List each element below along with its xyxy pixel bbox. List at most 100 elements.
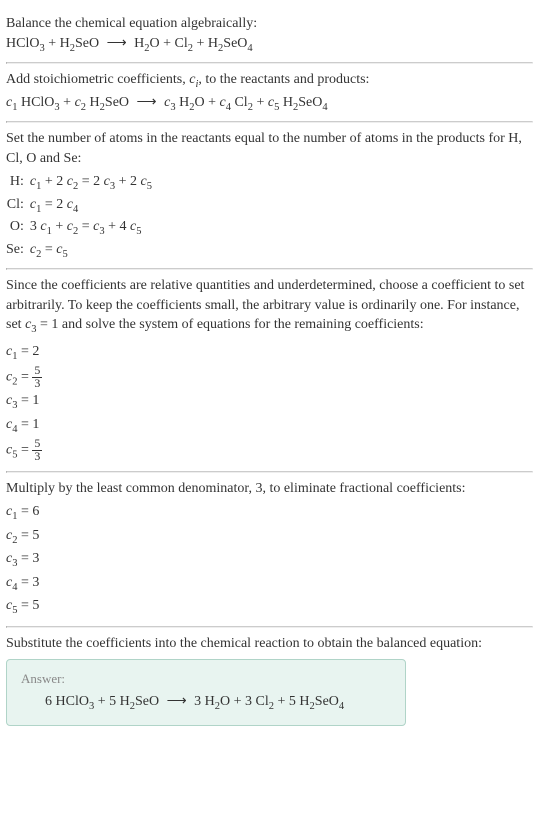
t: SeO: [105, 95, 129, 110]
eq-label: O:: [6, 217, 30, 239]
coef-line: c2 = 5: [6, 526, 533, 548]
eq: =: [17, 370, 32, 385]
t: HClO: [17, 95, 54, 110]
eq-value: c1 + 2 c2 = 2 c3 + 2 c5: [30, 172, 152, 194]
t: =: [78, 219, 93, 234]
intro-text: Balance the chemical equation algebraica…: [6, 14, 533, 34]
s: 4: [322, 101, 327, 112]
balanced-equation: 6 HClO3 + 5 H2SeO ⟶ 3 H2O + 3 Cl2 + 5 H2…: [21, 692, 391, 714]
t: 6 HClO: [45, 694, 89, 709]
section-lcd: Multiply by the least common denominator…: [6, 473, 533, 626]
coef-line: c3 = 3: [6, 549, 533, 571]
eq-sub: 4: [247, 42, 252, 53]
t: O +: [194, 95, 219, 110]
t: H: [86, 95, 100, 110]
eq-label: Cl:: [6, 195, 30, 217]
answer-label: Answer:: [21, 670, 391, 688]
lcd-text: Multiply by the least common denominator…: [6, 479, 533, 499]
eq: = 3: [17, 551, 39, 566]
eq-row-o: O: 3 c1 + c2 = c3 + 4 c5: [6, 217, 152, 239]
eq-label: Se:: [6, 240, 30, 262]
denominator: 3: [32, 378, 42, 390]
fraction: 53: [32, 365, 42, 390]
eq-part: + H: [193, 36, 218, 51]
t: = 2: [41, 197, 66, 212]
arrow-icon: ⟶: [129, 95, 164, 110]
coef-line: c4 = 1: [6, 415, 533, 437]
eq-value: c2 = c5: [30, 240, 152, 262]
text-part: = 1 and solve the system of equations fo…: [37, 317, 424, 332]
eq-part: HClO: [6, 36, 39, 51]
t: + 2: [115, 174, 140, 189]
t: SeO: [315, 694, 339, 709]
t: = 2: [78, 174, 103, 189]
eq: = 3: [17, 575, 39, 590]
eq: = 6: [17, 504, 39, 519]
t: + 5 H: [94, 694, 130, 709]
eq-value: 3 c1 + c2 = c3 + 4 c5: [30, 217, 152, 239]
eq: = 1: [17, 393, 39, 408]
eq: = 1: [17, 417, 39, 432]
t: 3: [30, 219, 41, 234]
coef-equation: c1 HClO3 + c2 H2SeO ⟶ c3 H2O + c4 Cl2 + …: [6, 93, 533, 115]
coef-line: c1 = 6: [6, 502, 533, 524]
t: + 4: [105, 219, 130, 234]
eq: = 5: [17, 528, 39, 543]
substitute-text: Substitute the coefficients into the che…: [6, 634, 533, 654]
eq-part: SeO: [75, 36, 99, 51]
arrow-icon: ⟶: [99, 36, 134, 51]
t: H: [176, 95, 190, 110]
section-substitute: Substitute the coefficients into the che…: [6, 628, 533, 732]
t: + 5 H: [274, 694, 310, 709]
atom-equations-table: H: c1 + 2 c2 = 2 c3 + 2 c5 Cl: c1 = 2 c4…: [6, 172, 152, 262]
eq-label: H:: [6, 172, 30, 194]
eq-part: SeO: [223, 36, 247, 51]
eq-row-h: H: c1 + 2 c2 = 2 c3 + 2 c5: [6, 172, 152, 194]
denominator: 3: [32, 451, 42, 463]
t: 3 H: [194, 694, 215, 709]
eq-row-cl: Cl: c1 = 2 c4: [6, 195, 152, 217]
section-solve: Since the coefficients are relative quan…: [6, 270, 533, 470]
eq: =: [17, 443, 32, 458]
eq-part: H: [134, 36, 144, 51]
t: +: [52, 219, 67, 234]
s: 5: [147, 181, 152, 192]
t: Cl: [231, 95, 248, 110]
coef-line: c4 = 3: [6, 573, 533, 595]
stoich-text: Add stoichiometric coefficients, ci, to …: [6, 70, 533, 92]
solve-text: Since the coefficients are relative quan…: [6, 276, 533, 338]
eq-value: c1 = 2 c4: [30, 195, 152, 217]
arrow-icon: ⟶: [159, 694, 194, 709]
eq: = 5: [17, 598, 39, 613]
atom-eq-text: Set the number of atoms in the reactants…: [6, 129, 533, 168]
t: +: [60, 95, 75, 110]
eq: = 2: [17, 344, 39, 359]
coef-line: c3 = 1: [6, 391, 533, 413]
text-part: , to the reactants and products:: [198, 72, 369, 87]
section-intro: Balance the chemical equation algebraica…: [6, 8, 533, 62]
t: O + 3 Cl: [220, 694, 269, 709]
answer-box: Answer: 6 HClO3 + 5 H2SeO ⟶ 3 H2O + 3 Cl…: [6, 659, 406, 726]
t: +: [253, 95, 268, 110]
t: SeO: [135, 694, 159, 709]
coef-list-fractional: c1 = 2 c2 = 53 c3 = 1 c4 = 1 c5 = 53: [6, 342, 533, 464]
text-part: Add stoichiometric coefficients,: [6, 72, 189, 87]
s: 4: [339, 701, 344, 712]
eq-part: + H: [45, 36, 70, 51]
eq-row-se: Se: c2 = c5: [6, 240, 152, 262]
section-stoichiometric: Add stoichiometric coefficients, ci, to …: [6, 64, 533, 121]
s: 4: [73, 204, 78, 215]
eq-part: O + Cl: [150, 36, 188, 51]
coef-list-integer: c1 = 6 c2 = 5 c3 = 3 c4 = 3 c5 = 5: [6, 502, 533, 618]
coef-line: c2 = 53: [6, 365, 533, 390]
t: H: [279, 95, 293, 110]
fraction: 53: [32, 438, 42, 463]
s: 5: [136, 226, 141, 237]
t: SeO: [298, 95, 322, 110]
t: + 2: [41, 174, 66, 189]
unbalanced-equation: HClO3 + H2SeO ⟶ H2O + Cl2 + H2SeO4: [6, 34, 533, 56]
t: =: [41, 242, 56, 257]
s: 5: [62, 248, 67, 259]
coef-line: c1 = 2: [6, 342, 533, 364]
section-atom-equations: Set the number of atoms in the reactants…: [6, 123, 533, 268]
